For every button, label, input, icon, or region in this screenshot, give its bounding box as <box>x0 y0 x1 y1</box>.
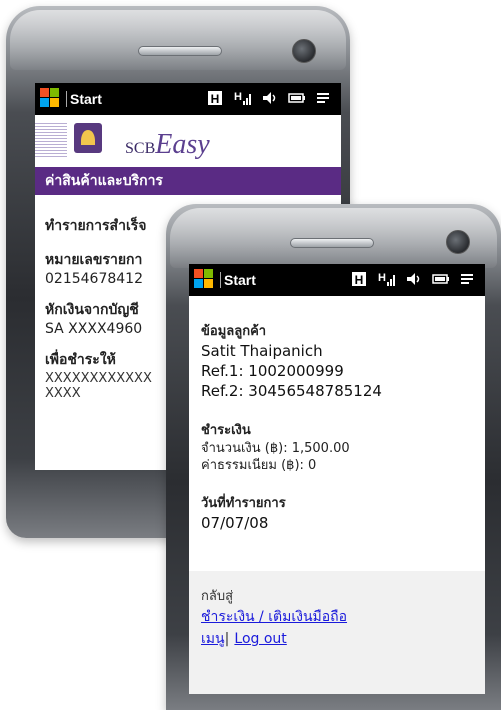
transaction-date-label: วันที่ทำรายการ <box>201 496 286 511</box>
camera-lens <box>446 230 470 254</box>
ref2-value: Ref.2: 30456548785124 <box>201 382 382 400</box>
amount-value: จำนวนเงิน (฿): 1,500.00 <box>201 441 350 456</box>
customer-info-label: ข้อมูลลูกค้า <box>201 324 267 339</box>
menu-icon[interactable] <box>459 270 477 288</box>
start-label[interactable]: Start <box>70 91 102 107</box>
status-bar: Start H H <box>35 83 341 115</box>
speaker-grille <box>138 46 222 56</box>
status-divider <box>220 272 221 288</box>
brand-easy-text: Easy <box>155 129 210 160</box>
bank-logo-bar: SCBEasy <box>35 115 341 167</box>
status-icons: H H <box>351 270 477 288</box>
status-bar: Start H H <box>189 264 485 296</box>
navigation-footer: กลับสู่ ชำระเงิน / เติมเงินมือถือ เมนู| … <box>189 571 485 664</box>
battery-icon <box>432 274 449 284</box>
signal-icon: H <box>378 272 395 286</box>
network-h-icon: H <box>352 272 366 287</box>
status-divider <box>66 91 67 107</box>
camera-lens <box>292 39 316 63</box>
volume-icon <box>407 273 420 285</box>
speaker-grille <box>290 238 374 248</box>
windows-logo-icon[interactable] <box>40 88 60 108</box>
transaction-date-value: 07/07/08 <box>201 514 269 532</box>
phone-front: Start H H ข้อมูลลูกค้า Satit Thaipanich … <box>166 204 501 710</box>
volume-icon <box>263 92 276 104</box>
signal-icon: H <box>234 91 251 105</box>
decorative-stripes <box>35 121 67 159</box>
fee-value: ค่าธรรมเนียม (฿): 0 <box>201 458 317 473</box>
svg-text:H: H <box>234 91 242 103</box>
logout-link[interactable]: Log out <box>234 631 286 647</box>
svg-text:H: H <box>211 92 220 106</box>
brand-scb-text: SCB <box>125 140 156 157</box>
windows-logo-icon[interactable] <box>194 269 214 289</box>
phone-screen-front: Start H H ข้อมูลลูกค้า Satit Thaipanich … <box>189 264 485 694</box>
svg-text:H: H <box>355 273 364 287</box>
scb-emblem-icon <box>74 123 102 153</box>
customer-name: Satit Thaipanich <box>201 342 323 360</box>
scb-easy-logo: SCBEasy <box>125 129 210 161</box>
transaction-details: ข้อมูลลูกค้า Satit Thaipanich Ref.1: 100… <box>189 296 485 571</box>
page-title: ค่าสินค้าและบริการ <box>35 167 341 195</box>
payment-label: ชำระเงิน <box>201 423 251 438</box>
pay-topup-link[interactable]: ชำระเงิน / เติมเงินมือถือ <box>201 609 347 625</box>
link-separator: | <box>224 631 230 647</box>
menu-icon[interactable] <box>315 89 333 107</box>
start-label[interactable]: Start <box>224 272 256 288</box>
back-to-label: กลับสู่ <box>201 589 234 604</box>
battery-icon <box>288 93 305 103</box>
status-icons: H H <box>207 89 333 107</box>
network-h-icon: H <box>208 91 222 106</box>
menu-link[interactable]: เมนู <box>201 631 225 647</box>
svg-text:H: H <box>378 272 386 284</box>
ref1-value: Ref.1: 1002000999 <box>201 362 344 380</box>
